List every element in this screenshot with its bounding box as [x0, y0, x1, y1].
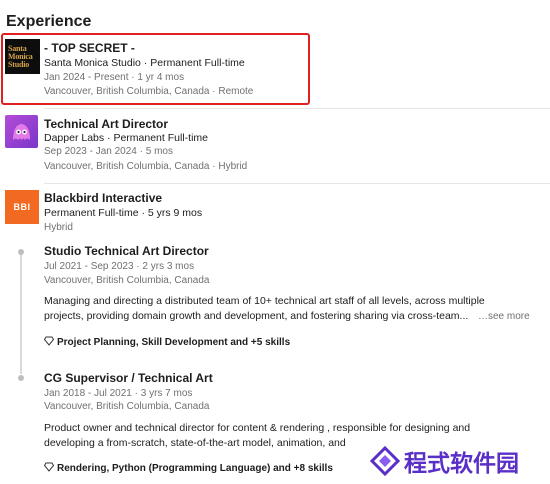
skills-row[interactable]: Project Planning, Skill Development and …	[43, 336, 290, 348]
dapper-mascot-icon	[13, 124, 30, 140]
job-company: Dapper Labs · Permanent Full-time	[44, 132, 208, 144]
watermark-logo-icon	[370, 446, 400, 476]
role-dates: Jan 2018 - Jul 2021 · 3 yrs 7 mos	[44, 388, 193, 399]
role-title[interactable]: Studio Technical Art Director	[44, 244, 209, 258]
role-dates: Jul 2021 - Sep 2023 · 2 yrs 3 mos	[44, 261, 195, 272]
dapper-labs-logo[interactable]	[5, 115, 38, 148]
timeline-dot	[18, 375, 24, 381]
job-location: Vancouver, British Columbia, Canada · Hy…	[44, 161, 248, 172]
timeline-dot	[18, 249, 24, 255]
job-location: Vancouver, British Columbia, Canada · Re…	[44, 86, 254, 97]
job-title[interactable]: Technical Art Director	[44, 117, 168, 131]
company-name[interactable]: Blackbird Interactive	[44, 191, 162, 205]
skills-row[interactable]: Rendering, Python (Programming Language)…	[43, 462, 333, 474]
job-dates: Jan 2024 - Present · 1 yr 4 mos	[44, 72, 185, 83]
role-location: Vancouver, British Columbia, Canada	[44, 401, 210, 412]
work-mode: Hybrid	[44, 222, 73, 233]
watermark: 程式软件园	[364, 438, 550, 484]
role-description: Managing and directing a distributed tea…	[44, 295, 485, 322]
santa-monica-studio-logo[interactable]: Santa Monica Studio	[5, 39, 40, 74]
diamond-icon	[43, 336, 55, 346]
job-title[interactable]: - TOP SECRET -	[44, 41, 135, 55]
see-more-link[interactable]: …see more	[478, 311, 530, 322]
role-title[interactable]: CG Supervisor / Technical Art	[44, 371, 213, 385]
blackbird-interactive-logo[interactable]: BBI	[5, 190, 39, 224]
diamond-icon	[43, 462, 55, 472]
divider	[44, 183, 550, 184]
employment-type: Permanent Full-time · 5 yrs 9 mos	[44, 207, 203, 219]
watermark-text: 程式软件园	[404, 451, 519, 477]
timeline-line	[20, 254, 22, 374]
job-dates: Sep 2023 - Jan 2024 · 5 mos	[44, 146, 173, 157]
role-location: Vancouver, British Columbia, Canada	[44, 275, 210, 286]
job-company: Santa Monica Studio · Permanent Full-tim…	[44, 57, 245, 69]
divider	[44, 108, 550, 109]
section-title: Experience	[6, 13, 92, 30]
